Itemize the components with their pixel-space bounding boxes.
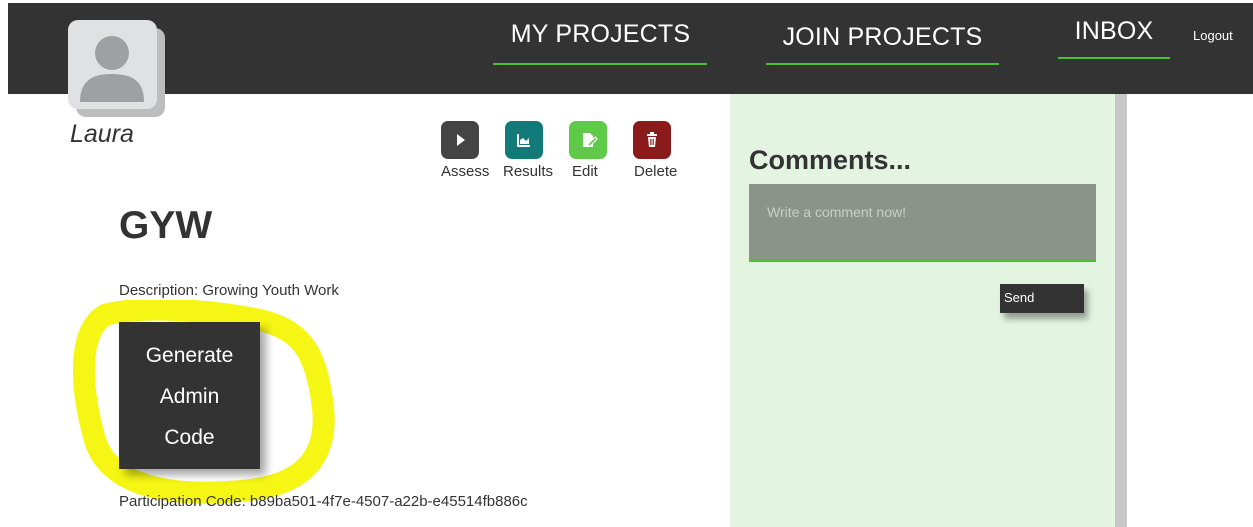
comments-title: Comments... [749, 145, 912, 175]
logout-link[interactable]: Logout [1193, 28, 1233, 43]
assess-label: Assess [441, 163, 490, 180]
delete-label: Delete [634, 163, 678, 180]
delete-button[interactable] [633, 121, 671, 159]
generate-admin-code-button[interactable]: Generate Admin Code [119, 322, 260, 469]
send-button[interactable]: Send [1000, 284, 1084, 313]
nav-join-projects[interactable]: JOIN PROJECTS [766, 23, 999, 52]
nav-my-projects-underline [493, 63, 707, 65]
play-icon [457, 134, 465, 146]
admin-button-line-2: Admin [159, 385, 220, 408]
edit-label: Edit [572, 163, 598, 180]
comment-input[interactable]: Write a comment now! [749, 184, 1096, 262]
nav-inbox-underline [1058, 57, 1170, 59]
chart-icon [517, 134, 530, 147]
nav-join-projects-underline [766, 63, 999, 65]
admin-button-line-1: Generate [145, 344, 234, 367]
project-title: GYW [119, 204, 213, 247]
assess-button[interactable] [441, 121, 479, 159]
admin-button-line-3: Code [164, 426, 215, 449]
participation-code: Participation Code: b89ba501-4f7e-4507-a… [119, 493, 528, 510]
edit-icon [583, 133, 598, 147]
edit-button[interactable] [569, 121, 607, 159]
nav-my-projects[interactable]: MY PROJECTS [494, 20, 707, 49]
results-label: Results [503, 163, 554, 180]
project-description: Description: Growing Youth Work [119, 282, 339, 299]
panel-divider [1115, 94, 1127, 527]
trash-icon [647, 132, 657, 147]
nav-inbox[interactable]: INBOX [1058, 17, 1170, 46]
results-button[interactable] [505, 121, 543, 159]
user-avatar-icon[interactable] [68, 20, 157, 109]
user-name: Laura [70, 120, 134, 148]
